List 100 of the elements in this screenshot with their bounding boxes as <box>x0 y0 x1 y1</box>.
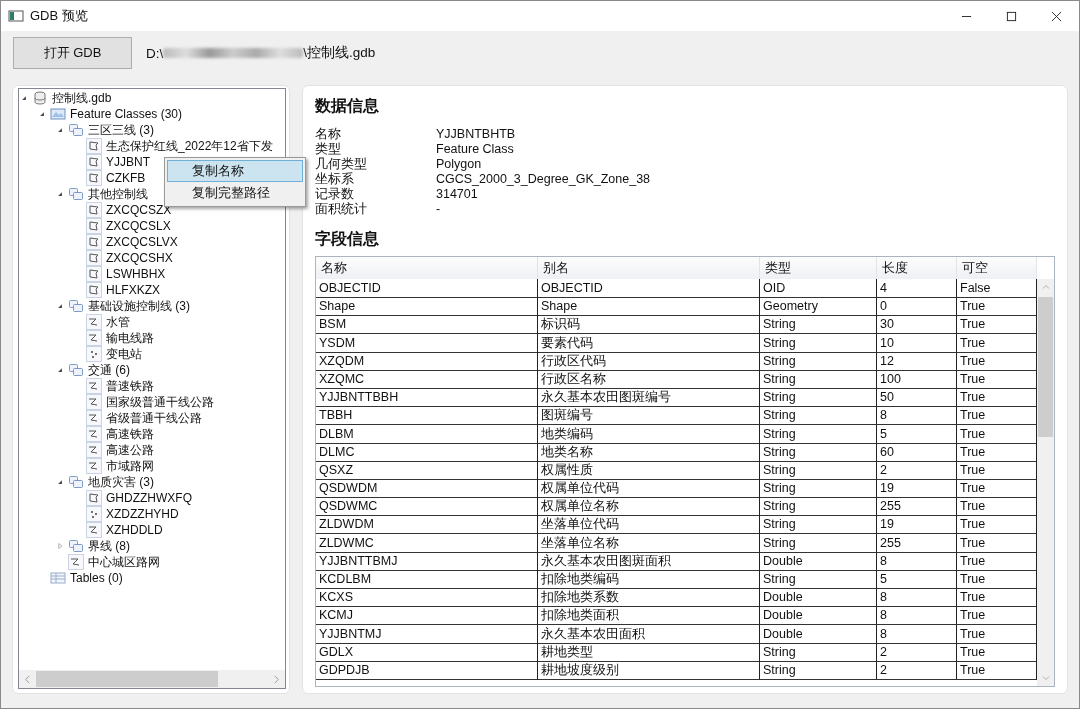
table-cell: 2 <box>877 660 957 680</box>
table-cell: Double <box>760 588 877 608</box>
table-cell: String <box>760 642 877 662</box>
tree-item[interactable]: 三区三线 (3) <box>88 121 154 139</box>
tree-item[interactable]: ZXCQCSHX <box>106 251 173 265</box>
table-cell: 标识码 <box>538 315 760 335</box>
menu-item[interactable]: 复制完整路径 <box>167 182 303 204</box>
dataset-icon <box>68 474 84 490</box>
tree-item[interactable]: 国家级普通干线公路 <box>106 393 214 411</box>
table-cell: XZQMC <box>316 369 538 389</box>
table-cell: 坐落单位代码 <box>538 515 760 535</box>
table-cell: 5 <box>877 424 957 444</box>
tree-item[interactable]: 变电站 <box>106 345 142 363</box>
tree-item[interactable]: HLFXKZX <box>106 283 160 297</box>
table-icon <box>50 570 66 586</box>
column-header[interactable]: 可空 <box>957 257 1037 279</box>
table-cell: 扣除地类面积 <box>538 606 760 626</box>
table-cell: 要素代码 <box>538 333 760 353</box>
table-cell: 永久基本农田图斑编号 <box>538 388 760 408</box>
table-cell: String <box>760 497 877 517</box>
table-cell: 权属单位代码 <box>538 479 760 499</box>
tree-item[interactable]: 控制线.gdb <box>52 89 112 107</box>
tree-item[interactable]: YJJBNT <box>106 155 150 169</box>
info-value: Polygon <box>436 157 482 172</box>
polygon-icon <box>86 202 102 218</box>
window-title: GDB 预览 <box>30 7 88 25</box>
column-header[interactable]: 类型 <box>760 257 877 279</box>
table-cell: 行政区代码 <box>538 351 760 371</box>
table-cell: 5 <box>877 570 957 589</box>
tree-item[interactable]: XZHDDLD <box>106 523 163 537</box>
table-cell: String <box>760 388 877 408</box>
table-cell: ZLDWMC <box>316 533 538 553</box>
table-cell: OBJECTID <box>316 279 538 298</box>
tree-item[interactable]: LSWHBHX <box>106 267 166 281</box>
table-cell: DLMC <box>316 442 538 462</box>
table-cell: 耕地类型 <box>538 642 760 662</box>
tree-item[interactable]: 省级普通干线公路 <box>106 409 202 427</box>
table-cell: 30 <box>877 315 957 335</box>
tree-item[interactable]: 水管 <box>106 313 130 331</box>
vertical-scrollbar[interactable] <box>1037 279 1054 686</box>
tree-item[interactable]: 中心城区路网 <box>88 553 160 571</box>
tree-item[interactable]: 交通 (6) <box>88 361 130 379</box>
menu-item[interactable]: 复制名称 <box>167 160 303 182</box>
column-header[interactable]: 别名 <box>538 257 760 279</box>
table-cell: DLBM <box>316 424 538 444</box>
tree-item[interactable]: CZKFB <box>106 171 146 185</box>
tree-item[interactable]: 输电线路 <box>106 329 154 347</box>
table-cell: YJJBNTMJ <box>316 624 538 644</box>
table-cell: 地类名称 <box>538 442 760 462</box>
tree-item[interactable]: Tables (0) <box>70 571 123 585</box>
info-label: 坐标系 <box>315 172 354 187</box>
table-cell: String <box>760 460 877 480</box>
table-cell: 图斑编号 <box>538 406 760 426</box>
tree-item[interactable]: 基础设施控制线 (3) <box>88 297 190 315</box>
table-cell: 255 <box>877 533 957 553</box>
table-cell: 权属性质 <box>538 460 760 480</box>
tree-item[interactable]: ZXCQCSZX <box>106 203 172 217</box>
polygon-icon <box>86 250 102 266</box>
dataset-icon <box>68 362 84 378</box>
column-header[interactable]: 长度 <box>877 257 957 279</box>
tree-item[interactable]: 其他控制线 <box>88 185 148 203</box>
polygon-icon <box>86 490 102 506</box>
table-cell: String <box>760 333 877 353</box>
table-cell: TBBH <box>316 406 538 426</box>
tree-item[interactable]: 市域路网 <box>106 457 154 475</box>
tree-item[interactable]: ZXCQCSLX <box>106 219 171 233</box>
tree-item[interactable]: Feature Classes (30) <box>70 107 183 121</box>
polygon-icon <box>86 154 102 170</box>
table-cell: 坐落单位名称 <box>538 533 760 553</box>
tree-item[interactable]: 生态保护红线_2022年12省下发 <box>106 137 273 155</box>
section-title: 数据信息 <box>315 96 380 116</box>
table-cell: Shape <box>538 297 760 317</box>
tree-item[interactable]: 高速铁路 <box>106 425 154 443</box>
table-cell: 永久基本农田图斑面积 <box>538 551 760 571</box>
table-cell: 8 <box>877 588 957 608</box>
table-cell: QSDWMC <box>316 497 538 517</box>
table-cell: 60 <box>877 442 957 462</box>
tree-item[interactable]: XZDZZHYHD <box>106 507 179 521</box>
polygon-icon <box>86 234 102 250</box>
tree-item[interactable]: 高速公路 <box>106 441 154 459</box>
dataset-icon <box>68 298 84 314</box>
open-gdb-button[interactable]: 打开 GDB <box>13 37 132 69</box>
path-prefix: D:\ <box>146 45 164 61</box>
table-cell: YJJBNTTBBH <box>316 388 538 408</box>
map-icon <box>50 106 66 122</box>
column-header[interactable]: 名称 <box>316 257 538 279</box>
info-label: 面积统计 <box>315 202 367 217</box>
table-cell: String <box>760 660 877 680</box>
table-cell: 19 <box>877 515 957 535</box>
table-cell: Double <box>760 624 877 644</box>
tree-item[interactable]: GHDZZHWXFQ <box>106 491 192 505</box>
polygon-icon <box>86 218 102 234</box>
table-cell: 永久基本农田面积 <box>538 624 760 644</box>
polygon-icon <box>86 266 102 282</box>
dataset-icon <box>68 186 84 202</box>
tree-item[interactable]: 界线 (8) <box>88 537 130 555</box>
table-cell: String <box>760 442 877 462</box>
tree-item[interactable]: ZXCQCSLVX <box>106 235 178 249</box>
tree-item[interactable]: 普速铁路 <box>106 377 154 395</box>
tree-item[interactable]: 地质灾害 (3) <box>88 473 154 491</box>
